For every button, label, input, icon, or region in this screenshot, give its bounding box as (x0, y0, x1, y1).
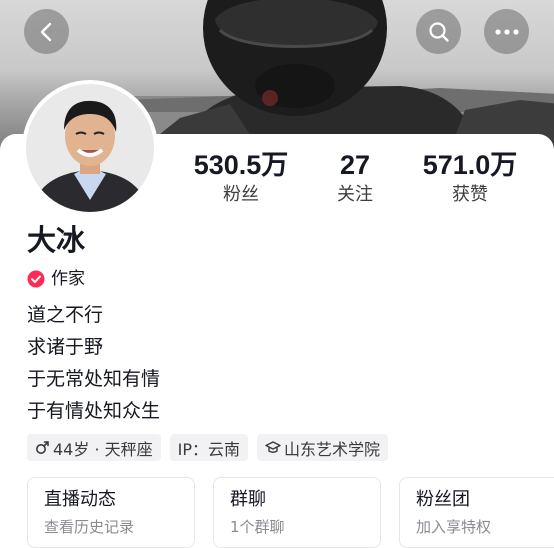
male-icon (36, 441, 49, 454)
verified-badge-icon (27, 270, 45, 288)
bio-line: 道之不行 (27, 304, 104, 326)
age-text: 44岁 · 天秤座 (53, 439, 153, 459)
bio-line: 于有情处知众生 (27, 400, 161, 422)
bio-line: 于无常处知有情 (27, 368, 161, 390)
entry-title: 直播动态 (44, 489, 116, 510)
avatar[interactable] (26, 84, 154, 212)
graduation-cap-icon (265, 441, 281, 453)
search-button[interactable] (416, 9, 461, 54)
verification-row: 作家 (27, 268, 85, 290)
likes-label: 获赞 (452, 184, 488, 205)
school-tag[interactable]: 山东艺术学院 (257, 434, 389, 461)
avatar-photo (26, 84, 154, 212)
profile-name: 大冰 (27, 223, 86, 257)
ip-tag: IP：云南 (169, 434, 248, 461)
likes-count: 571.0万 (422, 150, 518, 180)
live-history-entry[interactable]: 直播动态 查看历史记录 (27, 477, 195, 548)
school-text: 山东艺术学院 (284, 439, 381, 459)
entry-title: 群聊 (230, 489, 266, 510)
profile-tags: 44岁 · 天秤座 IP：云南 山东艺术学院 (27, 434, 397, 461)
bio: 道之不行 求诸于野 于无常处知有情 于有情处知众生 (27, 299, 160, 427)
stat-likes[interactable]: 571.0万 获赞 (412, 150, 528, 207)
fan-club-entry[interactable]: 粉丝团 加入享特权 (399, 477, 554, 548)
stat-following[interactable]: 27 关注 (318, 150, 392, 207)
entry-subtitle: 加入享特权 (416, 518, 492, 536)
chevron-left-icon (40, 22, 51, 41)
back-button[interactable] (24, 9, 69, 54)
entry-title: 粉丝团 (416, 489, 470, 510)
verification-text: 作家 (51, 269, 85, 289)
entry-subtitle: 1个群聊 (230, 518, 285, 536)
fans-count: 530.5万 (193, 150, 289, 180)
group-chat-entry[interactable]: 群聊 1个群聊 (213, 477, 381, 548)
stat-fans[interactable]: 530.5万 粉丝 (186, 150, 296, 207)
fans-label: 粉丝 (223, 184, 259, 205)
search-icon (428, 21, 449, 42)
feature-entries: 直播动态 查看历史记录 群聊 1个群聊 粉丝团 加入享特权 (27, 477, 554, 548)
more-button[interactable] (484, 9, 529, 54)
following-count: 27 (339, 150, 371, 180)
ip-text: IP：云南 (177, 439, 240, 459)
bio-line: 求诸于野 (27, 336, 104, 358)
following-label: 关注 (337, 184, 373, 205)
entry-subtitle: 查看历史记录 (44, 518, 135, 536)
age-tag: 44岁 · 天秤座 (27, 434, 161, 461)
more-dots-icon (494, 28, 519, 35)
